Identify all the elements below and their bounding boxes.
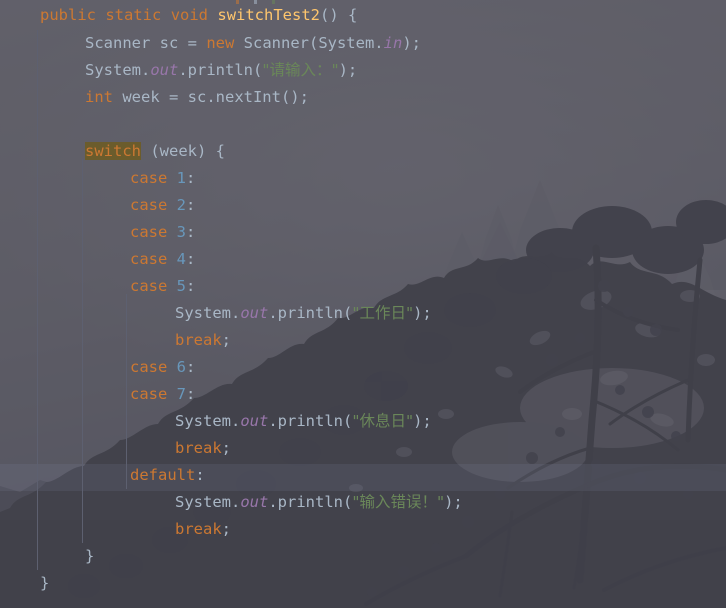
code-token-plain: : [186,358,196,376]
code-token-plain: ; [221,520,232,538]
code-token-plain: : [186,385,196,403]
code-line[interactable]: System.out.println("输入错误！"); [0,489,726,516]
code-line[interactable]: System.out.println("工作日"); [0,300,726,327]
code-token-string: "工作日" [352,304,414,322]
code-token-plain: .println( [268,304,353,322]
code-token-plain: System. [175,304,241,322]
code-token-plain: } [40,574,50,592]
code-line[interactable]: case 4: [0,246,726,273]
code-line[interactable]: } [0,570,726,597]
code-token-number: 2 [176,196,187,214]
code-token-string: "输入错误！" [352,493,445,511]
code-token-keyword: case [130,223,168,241]
code-token-number: 3 [176,223,187,241]
code-token-plain: ); [402,34,421,52]
code-token-plain: week = sc.nextInt(); [113,88,309,106]
code-token-string: "休息日" [352,412,414,430]
code-token-plain: System. [85,61,151,79]
code-token-keyword: case [130,358,168,376]
code-token-field-static: out [240,412,269,430]
code-token-keyword: case [130,250,168,268]
code-text-area[interactable]: public static void switchTest2() {Scanne… [0,0,726,608]
code-token-field-static: out [240,493,269,511]
code-token-plain: ); [413,412,432,430]
code-token-number: 5 [176,277,187,295]
code-token-plain: Scanner(System. [234,34,384,52]
code-line[interactable]: break; [0,435,726,462]
code-line[interactable]: Scanner sc = new Scanner(System.in); [0,30,726,57]
code-token-plain: ); [338,61,358,79]
code-token-keyword: break [175,439,222,457]
code-token-plain: } [85,547,95,565]
code-line[interactable]: case 7: [0,381,726,408]
code-token-plain: .println( [178,61,263,79]
code-token-number: 6 [176,358,187,376]
code-token-plain: System. [175,412,241,430]
code-token-keyword: int [85,88,113,106]
code-token-plain: System. [175,493,241,511]
code-line[interactable]: System.out.println("休息日"); [0,408,726,435]
code-token-keyword: case [130,169,168,187]
code-line[interactable]: System.out.println("请输入："); [0,57,726,84]
code-token-plain: Scanner sc = [85,34,207,52]
code-token-plain: ; [221,439,232,457]
code-token-keyword: case [130,385,168,403]
code-token-plain: .println( [268,493,353,511]
code-token-keyword: static [105,6,162,24]
code-line[interactable]: public static void switchTest2() { [0,0,726,30]
code-line-current[interactable]: default: [0,462,726,489]
code-token-plain: : [186,196,196,214]
code-token-method: switchTest2 [217,6,321,24]
code-line[interactable]: case 5: [0,273,726,300]
code-token-plain: .println( [268,412,353,430]
code-token-plain: : [186,223,196,241]
code-token-number: 4 [176,250,187,268]
code-token-keyword: void [170,6,209,24]
code-token-number: 1 [176,169,187,187]
code-line[interactable]: int week = sc.nextInt(); [0,84,726,111]
code-token-plain: : [186,169,196,187]
code-token-keyword: break [175,331,222,349]
code-line[interactable]: switch (week) { [0,138,726,165]
code-line[interactable]: case 2: [0,192,726,219]
code-token-plain: (week) { [141,142,225,160]
code-token-keyword: public [40,6,96,24]
code-line[interactable]: case 3: [0,219,726,246]
code-line[interactable]: break; [0,516,726,543]
code-line[interactable]: case 1: [0,165,726,192]
code-line[interactable]: break; [0,327,726,354]
code-token-keyword: default [130,466,196,484]
code-token-keyword: break [175,520,222,538]
code-token-field-static: out [240,304,269,322]
code-line[interactable]: case 6: [0,354,726,381]
code-editor[interactable]: public static void switchTest2() {Scanne… [0,0,726,608]
code-token-keyword-highlight: switch [85,142,141,160]
code-line[interactable] [0,111,726,138]
code-token-number: 7 [176,385,187,403]
code-token-plain: ); [413,304,432,322]
code-token-plain: : [186,250,196,268]
code-token-field-static: in [383,34,403,52]
code-token-field-static: out [150,61,179,79]
code-token-plain: ); [444,493,463,511]
code-token-plain: : [195,466,205,484]
code-token-plain: () { [320,6,358,24]
code-token-plain: ; [221,331,232,349]
code-token-keyword: case [130,277,168,295]
code-token-keyword: case [130,196,168,214]
code-line[interactable]: } [0,543,726,570]
code-token-string: "请输入：" [262,61,339,79]
code-token-keyword: new [206,34,235,52]
code-token-plain: : [186,277,196,295]
